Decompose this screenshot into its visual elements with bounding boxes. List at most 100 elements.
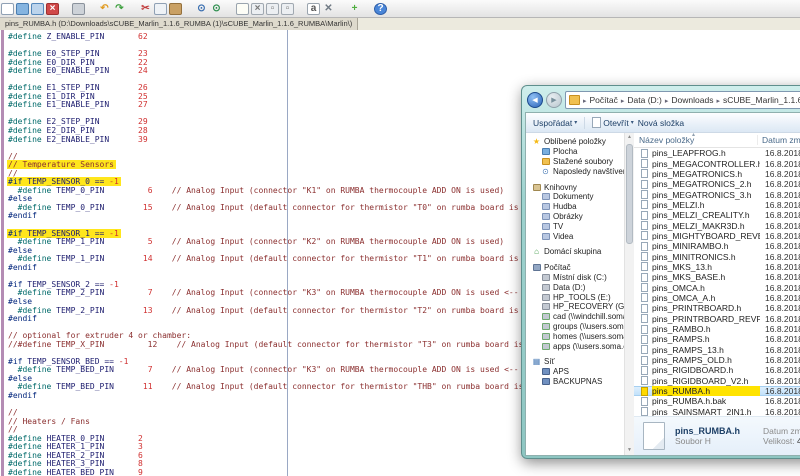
sidebar-item-dom-c-skupina[interactable]: ⌂Domácí skupina bbox=[526, 247, 624, 257]
file-document-icon bbox=[641, 252, 648, 261]
scroll-up-icon[interactable]: ▲ bbox=[625, 133, 634, 142]
file-row-pins-melzi-makr3d-h[interactable]: pins_MELZI_MAKR3D.h16.8.2018 13:57 bbox=[634, 220, 800, 230]
paste-icon[interactable] bbox=[169, 3, 182, 15]
file-row-pins-sainsmart-2in1-h[interactable]: pins_SAINSMART_2IN1.h16.8.2018 13:57 bbox=[634, 407, 800, 416]
sidebar-item-hp-tools-e[interactable]: HP_TOOLS (E:) bbox=[526, 292, 624, 302]
sidebar-item-naposledy-nav-t-ven[interactable]: ⊙Naposledy navštívené bbox=[526, 166, 624, 176]
breadcrumb-segment[interactable]: Downloads bbox=[669, 95, 715, 105]
find-replace-icon[interactable]: ⊙ bbox=[210, 3, 223, 15]
add-plugin-icon[interactable]: + bbox=[348, 3, 361, 15]
open-folder-icon[interactable] bbox=[16, 3, 29, 15]
file-row-pins-printrboard-h[interactable]: pins_PRINTRBOARD.h16.8.2018 13:57 bbox=[634, 303, 800, 313]
file-row-pins-minitronics-h[interactable]: pins_MINITRONICS.h16.8.2018 13:57 bbox=[634, 251, 800, 261]
sidebar-item-knihovny[interactable]: Knihovny bbox=[526, 182, 624, 192]
details-file-name: pins_RUMBA.h bbox=[675, 426, 753, 436]
sidebar-item-hp-recovery-g[interactable]: HP_RECOVERY (G:) bbox=[526, 302, 624, 312]
file-row-pins-megacontroller-h[interactable]: pins_MEGACONTROLLER.h16.8.2018 13:57 bbox=[634, 158, 800, 168]
sidebar-item-videa[interactable]: Videa bbox=[526, 231, 624, 241]
file-row-pins-rumba-h-bak[interactable]: pins_RUMBA.h.bak16.8.2018 13:57 bbox=[634, 396, 800, 406]
column-header-name[interactable]: Název položky bbox=[634, 135, 758, 145]
file-row-pins-melzi-h[interactable]: pins_MELZI.h16.8.2018 13:57 bbox=[634, 200, 800, 210]
sidebar-item-plocha[interactable]: Plocha bbox=[526, 147, 624, 157]
file-row-pins-rambo-h[interactable]: pins_RAMBO.h16.8.2018 13:57 bbox=[634, 324, 800, 334]
file-row-pins-omca-a-h[interactable]: pins_OMCA_A.h16.8.2018 13:57 bbox=[634, 293, 800, 303]
breadcrumb-segment[interactable]: sCUBE_Marlin_1.1.6_RUMBA (1) bbox=[721, 95, 800, 105]
sidebar-item-label: BACKUPNAS bbox=[553, 377, 602, 386]
file-row-pins-leapfrog-h[interactable]: pins_LEAPFROG.h16.8.2018 13:57 bbox=[634, 148, 800, 158]
sidebar-item-sta-en-soubory[interactable]: Stažené soubory bbox=[526, 157, 624, 167]
save-file-icon[interactable] bbox=[31, 3, 44, 15]
window-close-icon[interactable]: × bbox=[251, 3, 264, 15]
help-icon[interactable]: ? bbox=[374, 3, 387, 15]
sidebar-item-po-ta[interactable]: Počítač bbox=[526, 263, 624, 273]
file-row-pins-mightyboard-reve-h[interactable]: pins_MIGHTYBOARD_REVE.h16.8.2018 13:57 bbox=[634, 231, 800, 241]
file-row-pins-mks-13-h[interactable]: pins_MKS_13.h16.8.2018 13:57 bbox=[634, 262, 800, 272]
file-document-icon bbox=[641, 231, 648, 240]
settings-tools-icon[interactable]: ✕ bbox=[322, 3, 335, 15]
sidebar-item-apps-users-soma-cz-z[interactable]: apps (\\users.soma.cz) (Z bbox=[526, 341, 624, 351]
sidebar-item-data-d[interactable]: Data (D:) bbox=[526, 282, 624, 292]
new-project-icon[interactable] bbox=[236, 3, 249, 15]
file-row-pins-printrboard-revf-h[interactable]: pins_PRINTRBOARD_REVF.h16.8.2018 13:57 bbox=[634, 314, 800, 324]
file-row-pins-minirambo-h[interactable]: pins_MINIRAMBO.h16.8.2018 13:57 bbox=[634, 241, 800, 251]
sidebar-item-groups-users-soma-cz[interactable]: groups (\\users.soma.cz) bbox=[526, 322, 624, 332]
scroll-down-icon[interactable]: ▼ bbox=[625, 446, 634, 455]
sidebar-item-cad-windchill-soma-cz[interactable]: cad (\\windchill.soma.cz) bbox=[526, 312, 624, 322]
file-row-pins-megatronics-h[interactable]: pins_MEGATRONICS.h16.8.2018 13:57 bbox=[634, 169, 800, 179]
file-row-pins-omca-h[interactable]: pins_OMCA.h16.8.2018 13:57 bbox=[634, 282, 800, 292]
print-icon[interactable] bbox=[72, 3, 85, 15]
sidebar-item-label: Plocha bbox=[553, 147, 577, 156]
new-folder-button[interactable]: Nová složka bbox=[638, 118, 684, 128]
sidebar-item-aps[interactable]: APS bbox=[526, 367, 624, 377]
preview-icon[interactable]: a bbox=[307, 3, 320, 15]
code-line[interactable]: #define Z_ENABLE_PIN 62 bbox=[8, 33, 774, 42]
breadcrumb-segment[interactable]: Data (D:) bbox=[625, 95, 663, 105]
nav-scrollbar[interactable]: ▲ ▼ bbox=[624, 133, 634, 455]
copy-icon[interactable] bbox=[154, 3, 167, 15]
redo-icon[interactable]: ↷ bbox=[113, 3, 126, 15]
file-document-icon bbox=[641, 211, 648, 220]
file-document-icon bbox=[641, 407, 648, 416]
close-file-icon[interactable]: × bbox=[46, 3, 59, 15]
scrollbar-thumb[interactable] bbox=[626, 144, 633, 244]
file-row-pins-ramps-old-h[interactable]: pins_RAMPS_OLD.h16.8.2018 13:57 bbox=[634, 355, 800, 365]
file-row-pins-megatronics-2-h[interactable]: pins_MEGATRONICS_2.h16.8.2018 13:57 bbox=[634, 179, 800, 189]
new-file-icon[interactable] bbox=[1, 3, 14, 15]
file-row-pins-rigidboard-v2-h[interactable]: pins_RIGIDBOARD_V2.h16.8.2018 13:57 bbox=[634, 376, 800, 386]
explorer-window[interactable]: ◀ ▶ ▸Počítač▸Data (D:)▸Downloads▸sCUBE_M… bbox=[521, 85, 800, 459]
sidebar-item-backupnas[interactable]: BACKUPNAS bbox=[526, 377, 624, 387]
sidebar-item-obl-ben-polo-ky[interactable]: ★Oblíbené položky bbox=[526, 137, 624, 147]
drive-icon bbox=[541, 293, 550, 302]
file-row-pins-rigidboard-h[interactable]: pins_RIGIDBOARD.h16.8.2018 13:57 bbox=[634, 365, 800, 375]
file-row-pins-rumba-h[interactable]: pins_RUMBA.h16.8.2018 13:57 bbox=[634, 386, 800, 396]
column-header-date[interactable]: Datum změny bbox=[758, 135, 800, 145]
forward-button[interactable]: ▶ bbox=[546, 92, 562, 108]
file-row-pins-ramps-h[interactable]: pins_RAMPS.h16.8.2018 13:57 bbox=[634, 334, 800, 344]
file-name: pins_MKS_BASE.h bbox=[652, 272, 760, 282]
find-icon[interactable]: ⊙ bbox=[195, 3, 208, 15]
file-row-pins-megatronics-3-h[interactable]: pins_MEGATRONICS_3.h16.8.2018 13:57 bbox=[634, 189, 800, 199]
sidebar-item-tv[interactable]: TV bbox=[526, 221, 624, 231]
file-row-pins-ramps-13-h[interactable]: pins_RAMPS_13.h16.8.2018 13:57 bbox=[634, 345, 800, 355]
drive-icon bbox=[541, 283, 550, 292]
file-row-pins-mks-base-h[interactable]: pins_MKS_BASE.h16.8.2018 13:57 bbox=[634, 272, 800, 282]
breadcrumb-segment[interactable]: Počítač bbox=[588, 95, 620, 105]
window-tile-icon[interactable]: ▫ bbox=[266, 3, 279, 15]
sidebar-item-obr-zky[interactable]: Obrázky bbox=[526, 212, 624, 222]
sidebar-item-label: Stažené soubory bbox=[553, 157, 613, 166]
cut-icon[interactable]: ✂ bbox=[139, 3, 152, 15]
code-line[interactable]: #define E0_ENABLE_PIN 24 bbox=[8, 67, 774, 76]
code-line[interactable]: #define HEATER_BED_PIN 9 bbox=[8, 469, 774, 476]
sidebar-item-s[interactable]: ▦Síť bbox=[526, 357, 624, 367]
window-cascade-icon[interactable]: ▫ bbox=[281, 3, 294, 15]
sidebar-item-m-stn-disk-c[interactable]: Místní disk (C:) bbox=[526, 273, 624, 283]
breadcrumb[interactable]: ▸Počítač▸Data (D:)▸Downloads▸sCUBE_Marli… bbox=[565, 91, 800, 109]
undo-icon[interactable]: ↶ bbox=[98, 3, 111, 15]
file-row-pins-melzi-creality-h[interactable]: pins_MELZI_CREALITY.h16.8.2018 13:57 bbox=[634, 210, 800, 220]
organize-button[interactable]: Uspořádat ▾ bbox=[533, 118, 577, 128]
sidebar-item-hudba[interactable]: Hudba bbox=[526, 202, 624, 212]
back-button[interactable]: ◀ bbox=[527, 92, 543, 108]
sidebar-item-dokumenty[interactable]: Dokumenty bbox=[526, 192, 624, 202]
open-button[interactable]: Otevřít ▾ bbox=[592, 117, 634, 128]
sidebar-item-homes-users-soma-cz[interactable]: homes (\\users.soma.cz) bbox=[526, 331, 624, 341]
